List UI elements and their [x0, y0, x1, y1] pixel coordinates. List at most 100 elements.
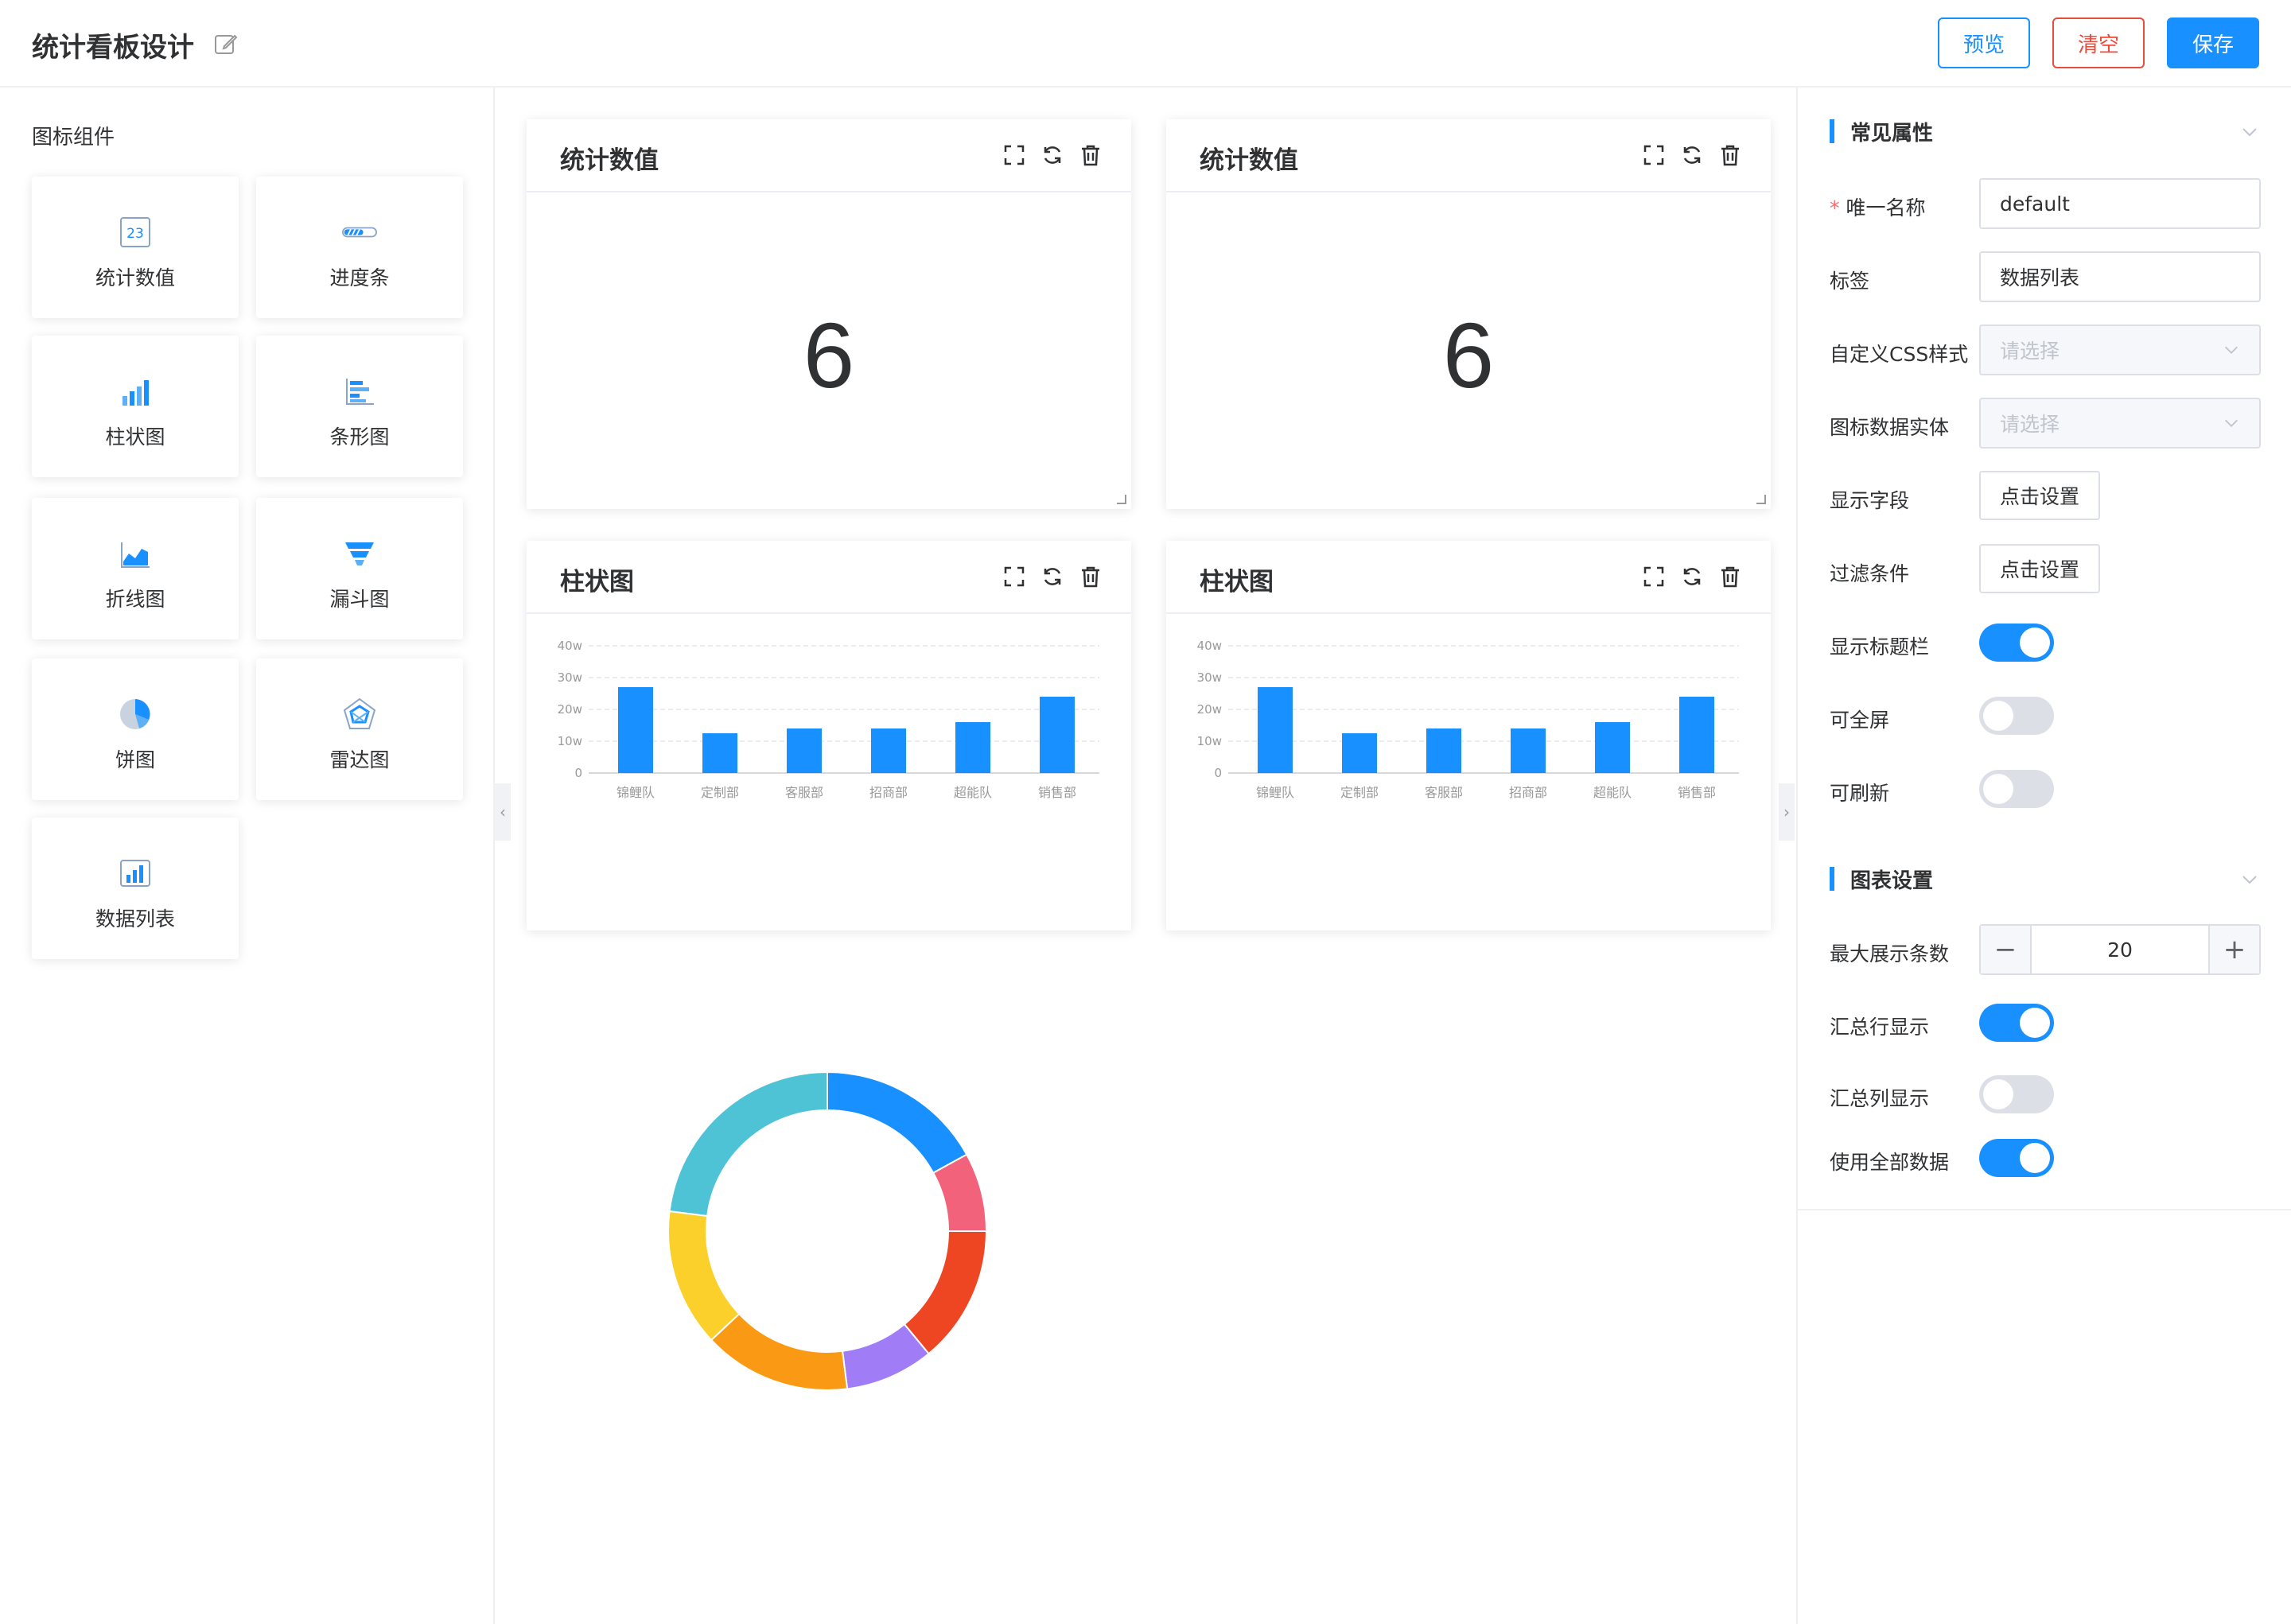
tag-input[interactable]: 数据列表 — [1979, 251, 2261, 302]
bar-2 — [702, 733, 737, 773]
widget-header: 统计数值 — [1166, 119, 1771, 192]
resize-handle[interactable] — [1756, 495, 1766, 504]
component-stat-number[interactable]: 23 统计数值 — [32, 177, 239, 318]
component-progress-bar[interactable]: 进度条 — [256, 177, 463, 318]
clear-button[interactable]: 清空 — [2052, 17, 2145, 68]
chart-settings-header[interactable]: 图表设置 — [1830, 865, 1934, 893]
decrement-button[interactable]: − — [1981, 926, 2032, 973]
component-bar-chart[interactable]: 柱状图 — [32, 336, 239, 477]
edit-icon[interactable] — [213, 32, 239, 57]
x-tick-label: 招商部 — [1509, 785, 1547, 800]
entity-select[interactable]: 请选择 — [1979, 398, 2261, 449]
component-label: 数据列表 — [95, 907, 175, 930]
donut-slice-3 — [903, 1230, 988, 1355]
bar-6 — [1040, 697, 1075, 773]
collapse-right-button[interactable]: › — [1779, 783, 1795, 841]
stat-widget[interactable]: 统计数值 6 — [527, 119, 1131, 509]
component-funnel[interactable]: 漏斗图 — [256, 498, 463, 639]
fullscreen-label: 可全屏 — [1830, 709, 1890, 732]
section-title: 常见属性 — [1850, 121, 1934, 146]
bar-chart-widget[interactable]: 柱状图 0 10w 20w 30w 40w 锦鲤队 定制部 客服部 招商部 超能队 销售部 — [1166, 541, 1771, 930]
component-radar-chart[interactable]: 雷达图 — [256, 659, 463, 800]
css-select[interactable]: 请选择 — [1979, 324, 2261, 375]
stat-number-icon-text: 23 — [126, 226, 144, 242]
increment-button[interactable]: + — [2208, 926, 2259, 973]
all-data-toggle[interactable] — [1979, 1139, 2054, 1177]
fullscreen-icon[interactable] — [1002, 565, 1026, 589]
show-title-toggle[interactable] — [1979, 624, 2054, 662]
component-line-chart[interactable]: 折线图 — [32, 498, 239, 639]
sum-row-row: 汇总行显示 — [1830, 997, 2261, 1048]
funnel-icon — [342, 536, 377, 571]
x-tick-label: 锦鲤队 — [617, 785, 655, 800]
bar-chart-widget[interactable]: 柱状图 0 10w 20w 30w 40w 锦鲤队 定制部 客服部 招商部 超能队 销售部 — [527, 541, 1131, 930]
widget-toolbar — [1002, 143, 1103, 167]
y-tick-label: 10w — [558, 734, 582, 748]
toggle-knob — [2020, 1008, 2050, 1038]
donut-slice-1 — [827, 1070, 968, 1175]
y-tick-label: 30w — [558, 670, 582, 685]
x-tick-label: 超能队 — [1593, 785, 1632, 800]
component-horizontal-bar[interactable]: 条形图 — [256, 336, 463, 477]
refresh-icon[interactable] — [1040, 565, 1064, 589]
toggle-knob — [1983, 774, 2013, 804]
bar-6 — [1679, 697, 1714, 773]
fullscreen-icon[interactable] — [1002, 143, 1026, 167]
y-tick-label: 20w — [558, 702, 582, 717]
component-pie-chart[interactable]: 饼图 — [32, 659, 239, 800]
widget-toolbar — [1642, 565, 1742, 589]
chevron-down-icon[interactable] — [2240, 122, 2259, 142]
refresh-toggle[interactable] — [1979, 770, 2054, 808]
max-rows-value[interactable]: 20 — [2032, 926, 2208, 973]
bar-chart: 0 10w 20w 30w 40w 锦鲤队 定制部 客服部 招商部 超能队 销售部 — [1197, 639, 1739, 800]
chevron-left-icon: ‹ — [500, 802, 506, 822]
select-placeholder: 请选择 — [2000, 340, 2060, 363]
y-tick-label: 0 — [574, 766, 582, 780]
fullscreen-icon[interactable] — [1642, 565, 1666, 589]
widget-title: 统计数值 — [1200, 146, 1298, 175]
entity-row: 图标数据实体 请选择 — [1830, 398, 2261, 449]
delete-icon[interactable] — [1079, 565, 1103, 589]
widget-title: 柱状图 — [560, 568, 634, 596]
bar-3 — [787, 728, 822, 773]
delete-icon[interactable] — [1718, 565, 1742, 589]
collapse-left-button[interactable]: ‹ — [495, 783, 511, 841]
bar-5 — [1595, 722, 1630, 773]
delete-icon[interactable] — [1718, 143, 1742, 167]
resize-handle[interactable] — [1117, 495, 1126, 504]
preview-button[interactable]: 预览 — [1938, 17, 2030, 68]
max-rows-row: 最大展示条数 − 20 + — [1830, 924, 2261, 975]
sum-row-toggle[interactable] — [1979, 1004, 2054, 1042]
refresh-icon[interactable] — [1680, 565, 1704, 589]
delete-icon[interactable] — [1079, 143, 1103, 167]
y-tick-label: 40w — [558, 639, 582, 653]
component-label: 柱状图 — [105, 425, 165, 449]
css-label: 自定义CSS样式 — [1830, 343, 1969, 366]
widget-header: 统计数值 — [527, 119, 1131, 192]
filter-setting-button[interactable]: 点击设置 — [1979, 544, 2100, 593]
unique-name-input[interactable]: default — [1979, 178, 2261, 229]
component-label: 条形图 — [329, 425, 390, 449]
refresh-icon[interactable] — [1680, 143, 1704, 167]
fields-setting-button[interactable]: 点击设置 — [1979, 471, 2100, 520]
section-title: 图表设置 — [1850, 868, 1934, 893]
x-tick-label: 超能队 — [954, 785, 992, 800]
chevron-down-icon[interactable] — [2240, 870, 2259, 889]
fullscreen-toggle[interactable] — [1979, 697, 2054, 735]
filter-label: 过滤条件 — [1830, 562, 1910, 585]
x-tick-label: 客服部 — [1425, 785, 1463, 800]
horizontal-bar-icon — [342, 374, 377, 409]
sum-col-toggle[interactable] — [1979, 1075, 2054, 1113]
sum-col-label: 汇总列显示 — [1830, 1087, 1930, 1110]
component-data-list[interactable]: 数据列表 — [32, 818, 239, 959]
fullscreen-icon[interactable] — [1642, 143, 1666, 167]
top-header: 统计看板设计 预览 清空 保存 — [0, 0, 2291, 87]
stat-widget[interactable]: 统计数值 6 — [1166, 119, 1771, 509]
save-button[interactable]: 保存 — [2167, 17, 2259, 68]
chevron-down-icon — [2225, 346, 2238, 354]
data-list-icon — [118, 856, 153, 891]
common-properties-header[interactable]: 常见属性 — [1830, 118, 1934, 146]
refresh-icon[interactable] — [1040, 143, 1064, 167]
widget-header: 柱状图 — [527, 541, 1131, 614]
donut-chart — [667, 1070, 988, 1391]
